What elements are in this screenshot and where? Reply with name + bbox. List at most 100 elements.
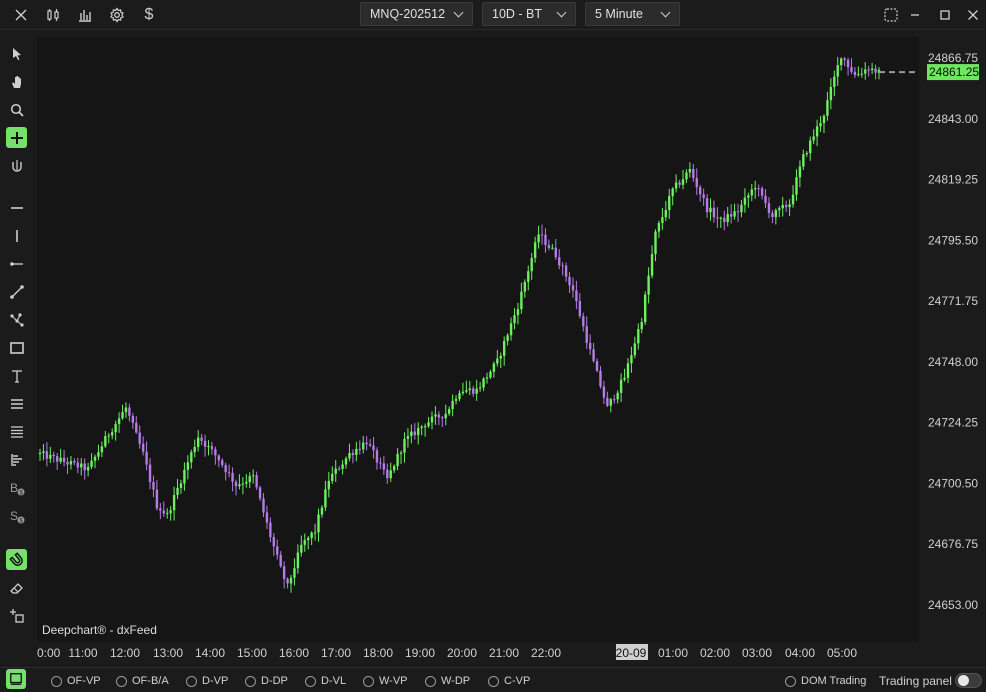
candle-body [152,481,155,490]
time-tick-label: 20:00 [447,646,477,660]
candle-body [417,427,420,436]
pointer-icon[interactable] [6,43,27,64]
candle-body [207,446,210,448]
candle-body [320,507,324,515]
candle-body [73,461,76,463]
volume-profile-icon[interactable] [6,449,27,470]
checkbox-circle [363,675,374,687]
candle-body [778,208,781,211]
gear-icon[interactable] [106,4,128,26]
close-icon[interactable] [10,4,32,26]
indicator-label: C-VP [504,675,531,687]
candle-body [623,377,626,380]
indicator-c-vp[interactable]: C-VP [488,674,530,688]
time-tick-label: 22:00 [531,646,561,660]
lines-icon[interactable] [6,393,27,414]
candlestick-plot[interactable] [37,37,919,642]
candle-body [128,407,131,416]
magnet-cursor-icon[interactable] [6,155,27,176]
checkbox-circle [305,675,316,687]
candle-body [874,68,877,73]
candle-body [537,234,540,243]
horizontal-line-icon[interactable] [6,197,27,218]
candle-body [100,446,104,453]
indicator-w-vp[interactable]: W-VP [363,674,408,688]
rectangle-icon[interactable] [6,337,27,358]
sell-profile-icon[interactable]: S $ [6,505,27,526]
candle-body [709,207,712,213]
candle-body [571,285,575,291]
checkbox-circle [116,675,127,687]
candle-body [227,472,231,474]
zoom-icon[interactable] [6,99,27,120]
magnet-icon[interactable] [6,549,27,570]
candle-body [547,245,551,248]
candle-body [846,59,850,68]
candle-body [107,435,110,437]
candle-body [836,65,839,77]
buy-profile-icon[interactable]: B $ [6,477,27,498]
vertical-line-icon[interactable] [6,225,27,246]
candle-body [692,168,695,179]
candle-body [798,166,802,178]
candle-body [138,432,141,444]
candle-body [210,446,214,450]
candle-body [131,415,135,423]
window-close-icon[interactable] [962,4,984,26]
minimize-icon[interactable] [904,4,926,26]
bar-chart-icon[interactable] [74,4,96,26]
fibonacci-icon[interactable] [6,421,27,442]
dollar-icon[interactable]: $ [138,4,160,26]
text-icon[interactable] [6,365,27,386]
eraser-icon[interactable] [6,577,27,598]
price-tick-label: 24724.25 [928,416,978,430]
candle-body [413,431,416,436]
candle-body [843,58,846,60]
candle-body [124,407,128,413]
candle-body [554,247,557,258]
candle-body [465,390,468,392]
candle-body [819,123,822,127]
indicator-of-b-a[interactable]: OF-B/A [116,674,169,688]
indicator-d-vl[interactable]: D-VL [305,674,346,688]
hand-icon[interactable] [6,71,27,92]
time-axis[interactable]: 0:00 11:00 12:00 13:00 14:00 15:00 16:00 17:00 1… [37,642,919,664]
candlestick-icon[interactable] [42,4,64,26]
interval-dropdown[interactable]: 5 Minute [585,2,680,26]
panel-icon[interactable] [6,669,26,689]
time-tick-label: 16:00 [279,646,309,660]
candle-body [310,532,313,539]
candle-body [258,487,262,499]
layout-icon[interactable] [880,4,902,26]
trend-line-icon[interactable] [6,281,27,302]
path-icon[interactable] [6,309,27,330]
time-tick-label: 18:00 [363,646,393,660]
candle-body [262,498,265,513]
candle-body [269,522,272,538]
range-dropdown[interactable]: 10D - BT [482,2,576,26]
indicator-of-vp[interactable]: OF-VP [51,674,101,688]
indicator-d-dp[interactable]: D-DP [245,674,288,688]
maximize-icon[interactable] [934,4,956,26]
indicator-label: D-VP [202,675,229,687]
candle-body [251,475,255,477]
candle-body [509,323,513,336]
price-axis[interactable]: 24866.75 24843.00 24819.25 24795.50 24771.75… [920,37,986,657]
dom-trading-checkbox[interactable]: DOM Trading [785,674,866,688]
candle-body [155,489,159,509]
price-chart[interactable] [37,37,919,642]
indicator-d-vp[interactable]: D-VP [186,674,228,688]
indicator-w-dp[interactable]: W-DP [425,674,470,688]
candle-body [513,315,516,324]
candle-body [300,544,303,553]
add-layer-icon[interactable] [6,605,27,626]
candle-body [200,437,203,441]
crosshair-icon[interactable] [6,127,27,148]
candle-body [179,483,183,488]
symbol-dropdown[interactable]: MNQ-202512 [360,2,473,26]
candle-body [685,172,688,180]
ray-icon[interactable] [6,253,27,274]
trading-panel-toggle[interactable] [955,673,982,688]
candle-body [671,188,674,197]
candle-body [396,453,399,467]
